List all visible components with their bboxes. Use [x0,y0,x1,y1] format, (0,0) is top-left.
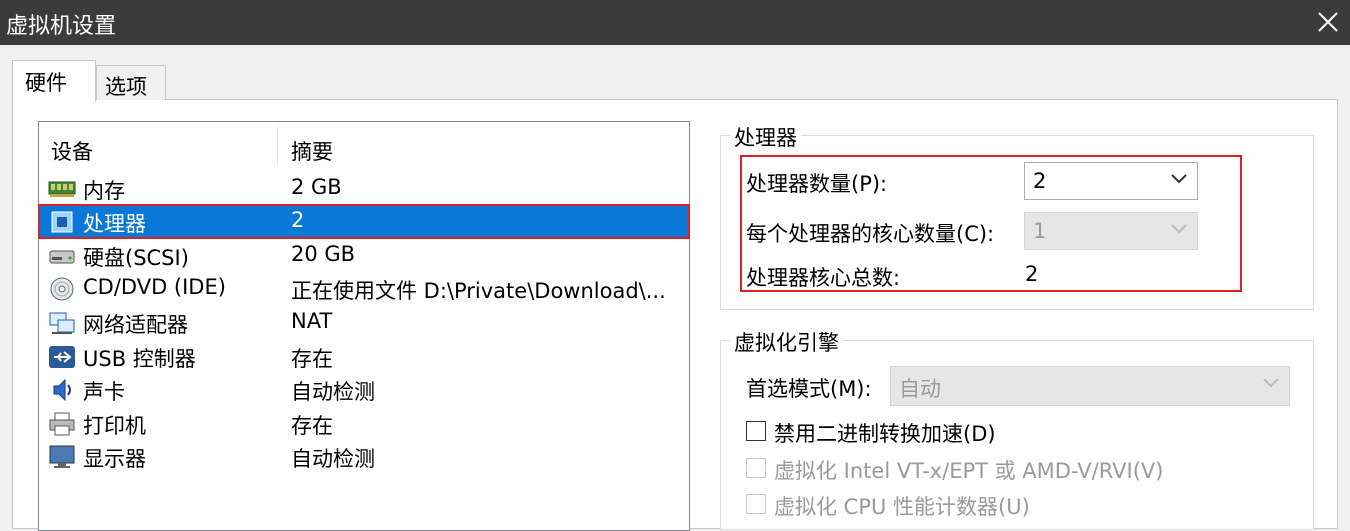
device-row-usb-controller[interactable]: USB 控制器 存在 [39,340,689,373]
cores-per-processor-label: 每个处理器的核心数量(C): [746,222,995,246]
device-row-display[interactable]: 显示器 自动检测 [39,440,689,473]
device-name: 声卡 [83,380,125,404]
chevron-down-icon [1171,174,1187,184]
device-summary: 自动检测 [291,447,375,471]
device-row-printer[interactable]: 打印机 存在 [39,407,689,440]
title-bar: 虚拟机设置 [0,0,1350,45]
total-cores-value: 2 [1025,262,1039,286]
cores-per-processor-dropdown[interactable]: 1 [1024,212,1198,250]
close-icon [1318,12,1338,32]
device-summary: 自动检测 [291,380,375,404]
hard-disk-icon [49,250,75,264]
device-summary: 存在 [291,347,333,371]
device-row-cd-dvd[interactable]: CD/DVD (IDE) 正在使用文件 D:\Private\Download\… [39,272,689,305]
device-summary: 2 GB [291,175,342,199]
device-summary: 正在使用文件 D:\Private\Download\... [291,279,666,303]
usb-icon [49,346,75,368]
device-row-sound-card[interactable]: 声卡 自动检测 [39,373,689,406]
device-summary: 20 GB [291,242,356,266]
disable-binary-translation-checkbox[interactable] [746,421,766,441]
device-summary: 存在 [291,414,333,438]
tab-options[interactable]: 选项 [96,65,166,100]
column-divider[interactable] [277,126,278,166]
device-name: 网络适配器 [83,313,188,337]
processor-count-value: 2 [1033,169,1047,193]
disable-binary-translation-label[interactable]: 禁用二进制转换加速(D) [774,418,996,448]
virtualize-cpu-counters-label[interactable]: 虚拟化 CPU 性能计数器(U) [774,491,1030,521]
processor-icon [51,211,73,233]
total-cores-label: 处理器核心总数: [746,266,901,290]
tab-hardware[interactable]: 硬件 [12,60,96,102]
device-name: 内存 [83,179,125,203]
device-summary: 2 [291,208,305,232]
preferred-mode-label: 首选模式(M): [746,377,872,401]
display-icon [49,445,75,468]
device-summary: NAT [291,309,333,333]
device-row-processor[interactable]: 处理器 2 [38,204,690,239]
processor-count-label: 处理器数量(P): [746,172,888,196]
device-name: 显示器 [83,447,146,471]
device-row-hard-disk[interactable]: 硬盘(SCSI) 20 GB [39,239,689,272]
device-name: 硬盘(SCSI) [83,246,189,270]
printer-icon [49,412,75,436]
device-name: CD/DVD (IDE) [83,275,226,299]
chevron-down-icon [1263,378,1279,388]
column-header-summary[interactable]: 摘要 [291,136,333,166]
close-button[interactable] [1306,2,1350,42]
chevron-down-icon [1171,224,1187,234]
device-list[interactable]: 设备 摘要 内存 2 GB 处理器 2 硬盘(SCSI) 20 GB CD/DV… [38,121,690,531]
virtualize-cpu-counters-checkbox[interactable] [746,494,766,514]
processor-count-dropdown[interactable]: 2 [1024,162,1198,200]
column-header-device[interactable]: 设备 [51,136,93,166]
sound-card-icon [53,378,71,402]
window-title: 虚拟机设置 [6,14,117,39]
memory-icon [48,181,76,197]
device-row-network-adapter[interactable]: 网络适配器 NAT [39,306,689,339]
device-name: USB 控制器 [83,347,196,371]
cd-dvd-icon [50,277,74,301]
preferred-mode-dropdown[interactable]: 自动 [890,366,1290,406]
cores-per-processor-value: 1 [1033,219,1047,243]
network-adapter-icon [49,312,75,334]
device-row-memory[interactable]: 内存 2 GB [39,172,689,205]
device-name: 打印机 [83,414,146,438]
processors-group-title: 处理器 [730,122,801,152]
virtualize-vtx-label[interactable]: 虚拟化 Intel VT-x/EPT 或 AMD-V/RVI(V) [774,455,1164,485]
device-name: 处理器 [83,212,146,236]
virtualize-vtx-checkbox[interactable] [746,458,766,478]
virtualization-engine-title: 虚拟化引擎 [730,327,843,357]
preferred-mode-value: 自动 [899,377,941,401]
